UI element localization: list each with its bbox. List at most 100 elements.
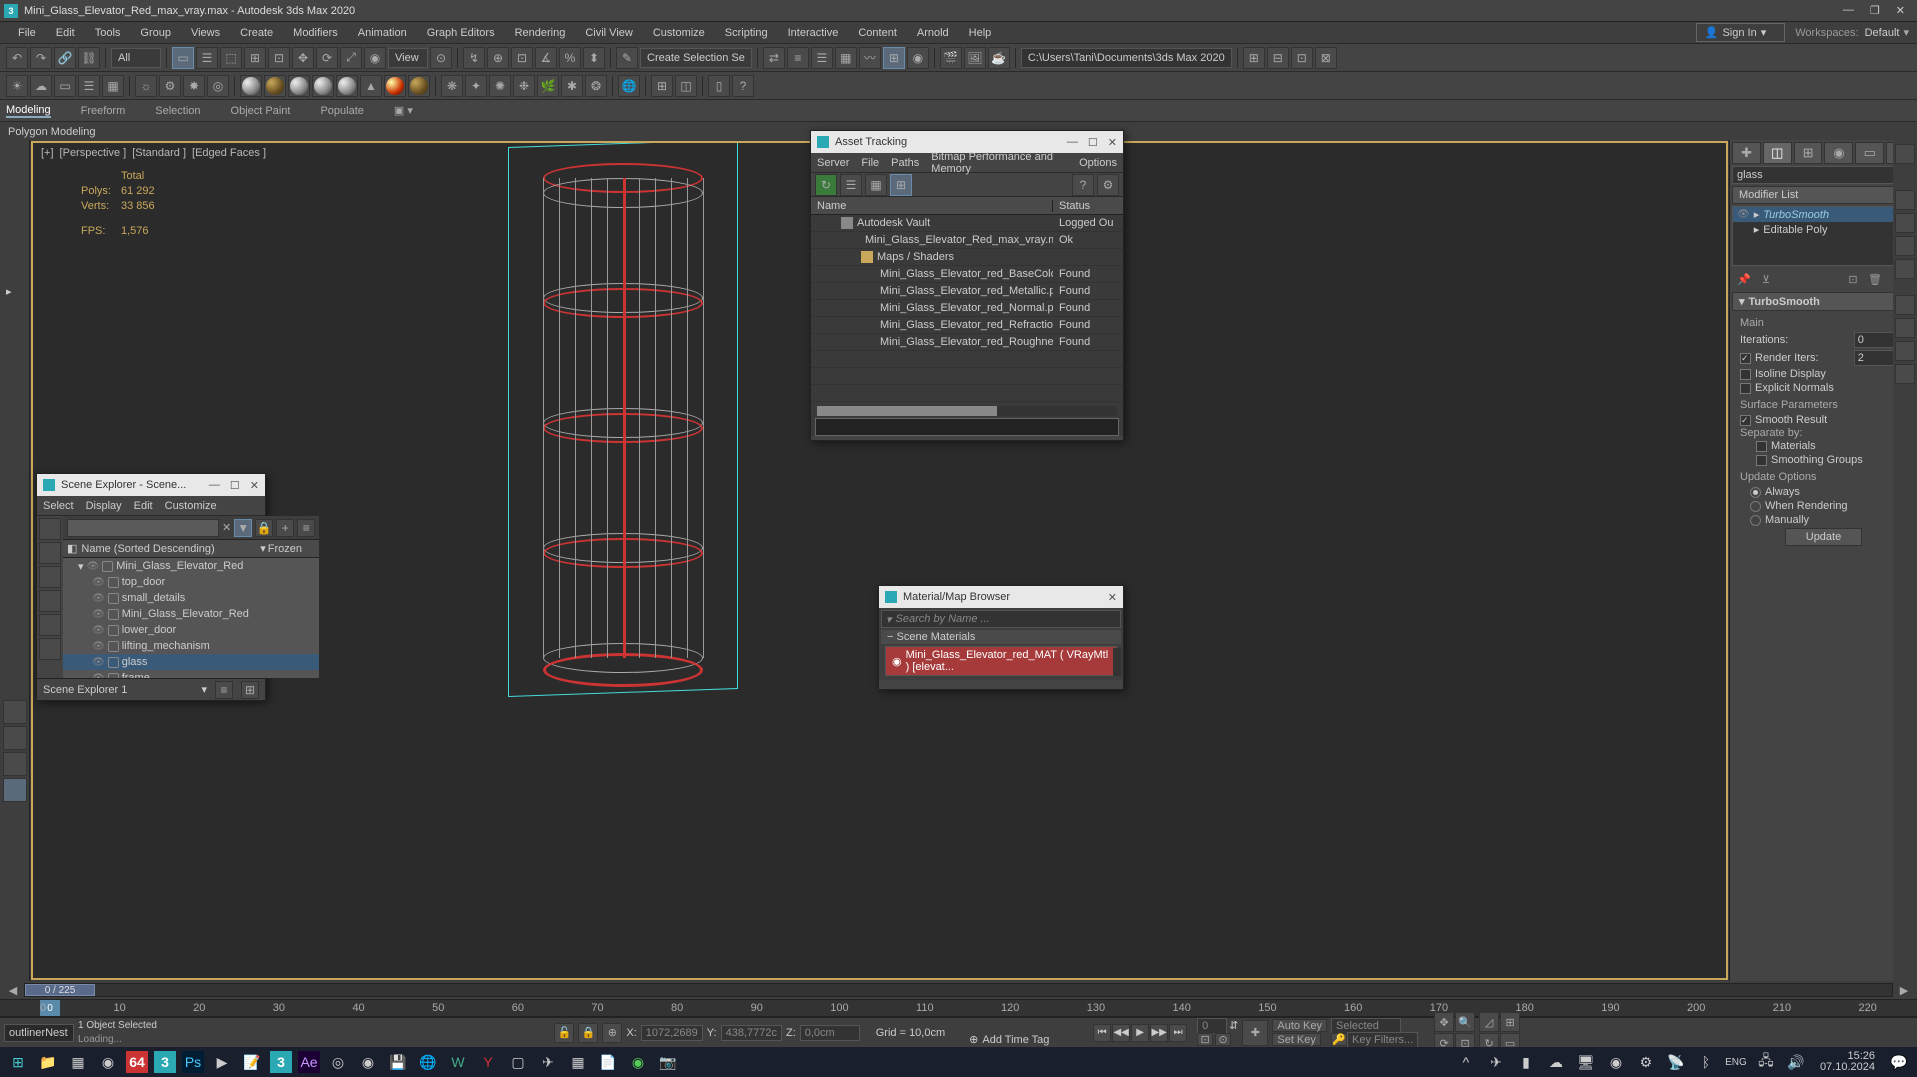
tab-toggle[interactable]: ▣ ▾	[394, 104, 413, 117]
keyboard-shortcut-button[interactable]: ⊕	[487, 47, 509, 69]
maximize-icon[interactable]: ☐	[230, 479, 240, 492]
project-button-4[interactable]: ⊠	[1315, 47, 1337, 69]
tab-object-paint[interactable]: Object Paint	[231, 105, 291, 117]
smoothing-groups-checkbox[interactable]	[1756, 455, 1767, 466]
misc-button-3[interactable]: ▯	[708, 75, 730, 97]
asset-row[interactable]: Maps / Shaders	[811, 249, 1123, 266]
nav-zoom-button[interactable]: 🔍	[1455, 1012, 1475, 1032]
pin-stack-icon[interactable]: 📌	[1736, 271, 1752, 287]
menu-help[interactable]: Help	[959, 27, 1002, 39]
edit-named-sel-button[interactable]: ✎	[616, 47, 638, 69]
asset-row[interactable]: Mini_Glass_Elevator_red_Refraction.pngFo…	[811, 317, 1123, 334]
menu-tools[interactable]: Tools	[85, 27, 131, 39]
unlink-button[interactable]: ⛓	[78, 47, 100, 69]
close-icon[interactable]: ✕	[1108, 136, 1117, 149]
list-button[interactable]: ☰	[78, 75, 100, 97]
tab-modeling[interactable]: Modeling	[6, 104, 51, 118]
goto-start-button[interactable]: ⏮	[1093, 1024, 1111, 1042]
mb-group-scene-materials[interactable]: − Scene Materials	[881, 630, 1121, 644]
prev-frame-button[interactable]: ◀◀	[1112, 1024, 1130, 1042]
particles-3[interactable]: ✺	[489, 75, 511, 97]
project-path-field[interactable]: C:\Users\Tani\Documents\3ds Max 2020	[1021, 48, 1232, 68]
close-button[interactable]: ✕	[1896, 4, 1905, 17]
time-track[interactable]: 0 / 225	[24, 983, 1893, 997]
scene-item[interactable]: 👁lower_door	[63, 622, 319, 638]
sun-button[interactable]: ☼	[135, 75, 157, 97]
viewport-plus[interactable]: [+]	[41, 147, 54, 159]
undo-button[interactable]: ↶	[6, 47, 28, 69]
gear-button[interactable]: ⚙	[159, 75, 181, 97]
menu-edit[interactable]: Edit	[46, 27, 85, 39]
curve-editor-button[interactable]: 〰	[859, 47, 881, 69]
isoline-checkbox[interactable]	[1740, 369, 1751, 380]
app-icon-4[interactable]: 💾	[386, 1050, 410, 1074]
clock[interactable]: 15:26 07.10.2024	[1814, 1051, 1881, 1073]
se-footer-btn-1[interactable]: ≡	[215, 681, 233, 699]
asset-row[interactable]: Mini_Glass_Elevator_red_BaseColor.pngFou…	[811, 266, 1123, 283]
se-filter-cameras[interactable]	[39, 614, 61, 636]
visibility-icon[interactable]: 👁	[87, 561, 100, 572]
close-icon[interactable]: ✕	[1108, 591, 1117, 604]
se-col-frozen[interactable]: Frozen	[268, 543, 302, 555]
rail-icon-7[interactable]	[1895, 318, 1915, 338]
3dsmax-taskbar-icon[interactable]: 3	[154, 1051, 176, 1073]
tray-icon-6[interactable]: 📡	[1664, 1050, 1688, 1074]
rail-icon-1[interactable]	[1895, 144, 1915, 164]
app-icon-1[interactable]: ▶	[210, 1050, 234, 1074]
menu-content[interactable]: Content	[848, 27, 907, 39]
at-list-button[interactable]: ☰	[840, 174, 862, 196]
select-rect-button[interactable]: ⬚	[220, 47, 242, 69]
se-layers-icon[interactable]: ≡	[297, 519, 315, 537]
render-frame-button[interactable]: 🖼	[964, 47, 986, 69]
select-by-name-button[interactable]: ☰	[196, 47, 218, 69]
motion-tab[interactable]: ◉	[1824, 142, 1853, 164]
particles-5[interactable]: ✱	[561, 75, 583, 97]
snap-toggle-button[interactable]: ⊡	[511, 47, 533, 69]
spinner-snap-button[interactable]: ⬍	[583, 47, 605, 69]
explorer-icon[interactable]: 📁	[36, 1050, 60, 1074]
render-iters-checkbox[interactable]	[1740, 353, 1751, 364]
tab-selection[interactable]: Selection	[155, 105, 200, 117]
z-field[interactable]: 0,0cm	[800, 1025, 860, 1041]
visibility-icon[interactable]: 👁	[92, 625, 105, 636]
viewport-shading[interactable]: [Standard ]	[132, 147, 186, 159]
maximize-icon[interactable]: ☐	[1088, 136, 1098, 149]
visibility-icon[interactable]: 👁	[92, 641, 105, 652]
visibility-icon[interactable]: 👁	[92, 673, 105, 679]
render-button[interactable]: ☕	[988, 47, 1010, 69]
sphere-grey-2[interactable]	[288, 75, 310, 97]
nav-all-button[interactable]: ⊞	[1500, 1012, 1520, 1032]
at-horizontal-scrollbar[interactable]	[817, 406, 1117, 416]
se-clear-icon[interactable]: ✕	[222, 521, 231, 534]
viewport-layout-2[interactable]	[3, 726, 27, 750]
app-icon-3[interactable]: ◉	[356, 1050, 380, 1074]
asset-row[interactable]: Mini_Glass_Elevator_Red_max_vray.maxOk	[811, 232, 1123, 249]
menu-arnold[interactable]: Arnold	[907, 27, 959, 39]
auto-key-button[interactable]: Auto Key	[1272, 1019, 1327, 1032]
at-tree-button[interactable]: ⊞	[890, 174, 912, 196]
taskview-icon[interactable]: ▦	[66, 1050, 90, 1074]
modify-tab[interactable]: ◫	[1763, 142, 1792, 164]
rail-icon-9[interactable]	[1895, 364, 1915, 384]
set-key-button[interactable]: Set Key	[1272, 1033, 1321, 1046]
se-menu-customize[interactable]: Customize	[165, 500, 217, 512]
viewport-edged[interactable]: [Edged Faces ]	[192, 147, 266, 159]
se-menu-edit[interactable]: Edit	[134, 500, 153, 512]
add-time-tag[interactable]: Add Time Tag	[982, 1034, 1049, 1046]
sphere-grey-1[interactable]	[240, 75, 262, 97]
sphere-gold-1[interactable]	[264, 75, 286, 97]
rollout-turbosmooth-header[interactable]: ▾TurboSmooth	[1732, 292, 1915, 311]
rail-icon-4[interactable]	[1895, 236, 1915, 256]
aftereffects-icon[interactable]: Ae	[298, 1051, 320, 1073]
selection-lock-icon[interactable]: ⊕	[602, 1023, 622, 1043]
globe-button[interactable]: 🌐	[618, 75, 640, 97]
at-refresh-button[interactable]: ↻	[815, 174, 837, 196]
particles-6[interactable]: ❂	[585, 75, 607, 97]
grid-button[interactable]: ▦	[102, 75, 124, 97]
se-filter-all[interactable]	[39, 518, 61, 540]
render-iters-spinner[interactable]: 2	[1854, 350, 1894, 366]
ref-coord-dropdown[interactable]: View	[388, 48, 428, 68]
maxscript-input[interactable]	[4, 1024, 74, 1042]
select-object-button[interactable]: ▭	[172, 47, 194, 69]
use-pivot-button[interactable]: ⊙	[430, 47, 452, 69]
